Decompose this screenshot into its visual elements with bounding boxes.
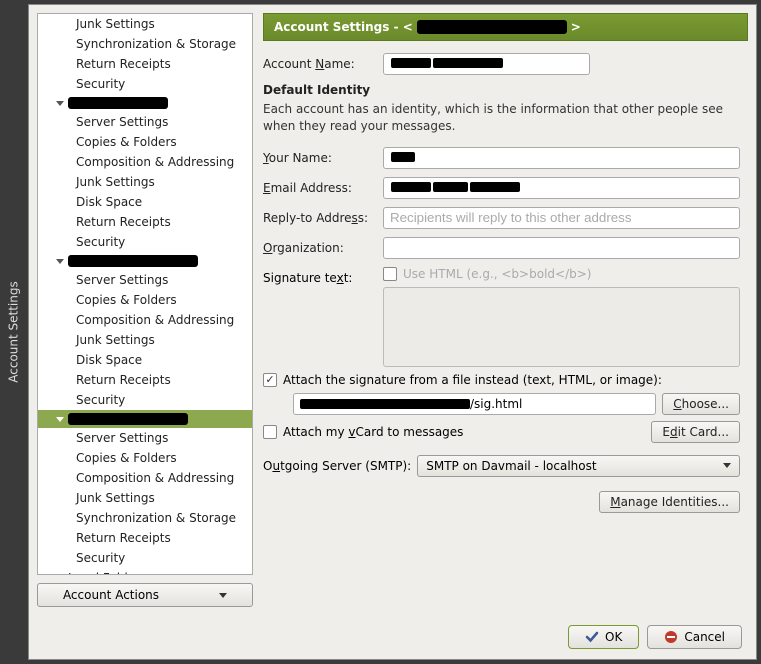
- use-html-checkbox[interactable]: [383, 267, 397, 281]
- smtp-value: SMTP on Davmail - localhost: [426, 459, 596, 473]
- tree-item[interactable]: Server Settings: [38, 112, 252, 132]
- tree-item[interactable]: Copies & Folders: [38, 290, 252, 310]
- tree-item[interactable]: Return Receipts: [38, 212, 252, 232]
- smtp-select[interactable]: SMTP on Davmail - localhost: [417, 455, 740, 477]
- dock-panel: Account Settings: [0, 0, 28, 664]
- manage-identities-button[interactable]: Manage Identities...: [599, 491, 740, 513]
- tree-item[interactable]: Junk Settings: [38, 488, 252, 508]
- account-actions-button[interactable]: Account Actions: [37, 583, 253, 607]
- sidebar: Junk Settings Synchronization & Storage …: [37, 13, 253, 607]
- tree-account[interactable]: [38, 252, 252, 270]
- tree-item[interactable]: Junk Settings: [38, 172, 252, 192]
- ok-button[interactable]: OK: [568, 625, 639, 649]
- attach-vcard-checkbox[interactable]: [263, 425, 277, 439]
- identity-description: Each account has an identity, which is t…: [263, 101, 740, 135]
- default-identity-title: Default Identity: [263, 83, 740, 97]
- tree-item[interactable]: Security: [38, 232, 252, 252]
- cancel-button[interactable]: Cancel: [647, 625, 742, 649]
- tree-item[interactable]: Return Receipts: [38, 370, 252, 390]
- accounts-tree[interactable]: Junk Settings Synchronization & Storage …: [37, 13, 253, 575]
- smtp-label: Outgoing Server (SMTP):: [263, 459, 411, 473]
- chevron-down-icon: [219, 593, 227, 598]
- account-name-label: Account Name:: [263, 57, 383, 71]
- edit-card-button[interactable]: Edit Card...: [651, 421, 740, 443]
- attach-signature-checkbox[interactable]: [263, 373, 277, 387]
- email-label: Email Address:: [263, 181, 383, 195]
- tree-item[interactable]: Security: [38, 548, 252, 568]
- cancel-icon: [664, 630, 678, 644]
- signature-textarea[interactable]: [383, 287, 740, 367]
- chevron-down-icon: [56, 417, 64, 422]
- main-panel: Account Settings - <> Account Name: Defa…: [263, 13, 748, 607]
- use-html-label: Use HTML (e.g., <b>bold</b>): [403, 267, 591, 281]
- tree-item[interactable]: Disk Space: [38, 192, 252, 212]
- tree-item[interactable]: Security: [38, 74, 252, 94]
- account-name-input[interactable]: [383, 53, 590, 75]
- email-input[interactable]: [383, 177, 740, 199]
- signature-path-input[interactable]: /sig.html: [293, 393, 656, 415]
- tree-item[interactable]: Synchronization & Storage: [38, 34, 252, 54]
- tree-item[interactable]: Disk Space: [38, 350, 252, 370]
- your-name-input[interactable]: [383, 147, 740, 169]
- tree-account-selected[interactable]: [38, 410, 252, 428]
- tree-item[interactable]: Server Settings: [38, 270, 252, 290]
- tree-item[interactable]: Security: [38, 390, 252, 410]
- tree-item[interactable]: Junk Settings: [38, 330, 252, 350]
- tree-item[interactable]: Copies & Folders: [38, 448, 252, 468]
- tree-item[interactable]: Synchronization & Storage: [38, 508, 252, 528]
- ok-icon: [585, 630, 599, 644]
- organization-label: Organization:: [263, 241, 383, 255]
- account-settings-dialog: Junk Settings Synchronization & Storage …: [28, 4, 757, 660]
- signature-text-label: Signature text:: [263, 267, 373, 285]
- tree-item[interactable]: Composition & Addressing: [38, 310, 252, 330]
- tree-item[interactable]: Copies & Folders: [38, 132, 252, 152]
- account-actions-label: Account Actions: [63, 588, 159, 602]
- attach-signature-label: Attach the signature from a file instead…: [283, 373, 662, 387]
- chevron-down-icon: [56, 101, 64, 106]
- choose-button[interactable]: Choose...: [662, 393, 740, 415]
- tree-item[interactable]: Composition & Addressing: [38, 468, 252, 488]
- your-name-label: Your Name:: [263, 151, 383, 165]
- tree-item[interactable]: Composition & Addressing: [38, 152, 252, 172]
- dock-title: Account Settings: [7, 281, 21, 382]
- chevron-down-icon: [56, 259, 64, 264]
- tree-item[interactable]: Return Receipts: [38, 54, 252, 74]
- tree-item[interactable]: Return Receipts: [38, 528, 252, 548]
- chevron-down-icon: [723, 463, 731, 468]
- reply-to-label: Reply-to Address:: [263, 211, 383, 225]
- tree-item[interactable]: Server Settings: [38, 428, 252, 448]
- tree-local-folders[interactable]: Local Folders: [38, 568, 252, 575]
- reply-to-input[interactable]: [383, 207, 740, 229]
- tree-item[interactable]: Junk Settings: [38, 14, 252, 34]
- attach-vcard-label: Attach my vCard to messages: [283, 425, 463, 439]
- tree-account[interactable]: [38, 94, 252, 112]
- panel-header: Account Settings - <>: [263, 13, 748, 41]
- organization-input[interactable]: [383, 237, 740, 259]
- dialog-buttons: OK Cancel: [29, 615, 756, 659]
